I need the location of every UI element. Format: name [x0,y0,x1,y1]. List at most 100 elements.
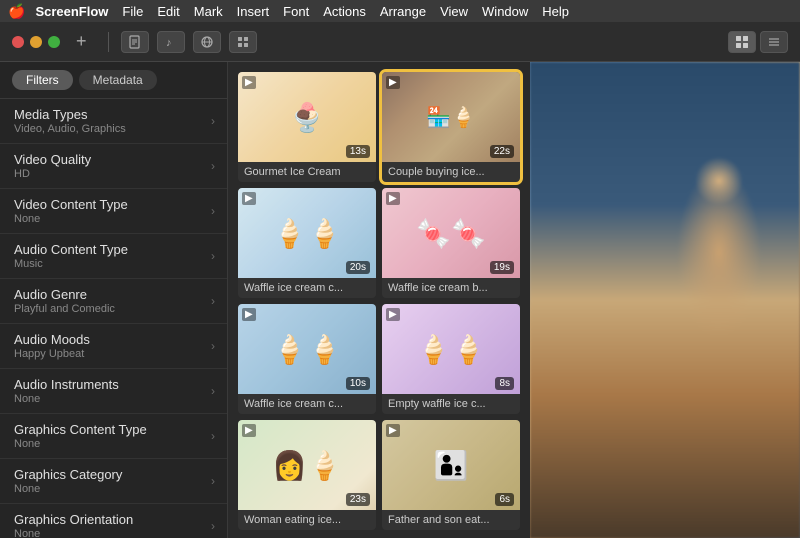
video-quality-chevron: › [211,159,215,173]
menu-insert[interactable]: Insert [237,4,270,19]
sidebar-item-audio-genre[interactable]: Audio Genre Playful and Comedic › [0,279,227,324]
sidebar-tab-bar: Filters Metadata [0,62,227,99]
media-item-1[interactable]: 🍨 ▶ 13s Gourmet Ice Cream [238,72,376,182]
menu-view[interactable]: View [440,4,468,19]
svg-text:♪: ♪ [166,37,172,49]
add-button[interactable]: + [76,32,96,52]
duration-8: 6s [495,493,514,506]
media-label-3: Waffle ice cream c... [238,278,376,298]
media-item-7[interactable]: 👩🍦 ▶ 23s Woman eating ice... [238,420,376,530]
duration-4: 19s [490,261,514,274]
sidebar-item-graphics-orientation[interactable]: Graphics Orientation None › [0,504,227,538]
audio-content-type-value: Music [14,258,128,270]
media-label-1: Gourmet Ice Cream [238,162,376,182]
sidebar-item-media-types[interactable]: Media Types Video, Audio, Graphics › [0,99,227,144]
view-list-button[interactable] [760,31,788,53]
window-close[interactable] [12,36,24,48]
sidebar-item-audio-moods[interactable]: Audio Moods Happy Upbeat › [0,324,227,369]
preview-panel [530,62,800,538]
audio-instruments-value: None [14,393,119,405]
menu-arrange[interactable]: Arrange [380,4,426,19]
media-item-2[interactable]: 🏪🍦 ▶ 22s Couple buying ice... [382,72,520,182]
preview-overlay [530,62,800,538]
toolbar-grid-icon[interactable] [229,31,257,53]
sidebar-item-audio-content-type[interactable]: Audio Content Type Music › [0,234,227,279]
media-label-7: Woman eating ice... [238,510,376,530]
audio-genre-label: Audio Genre [14,287,115,302]
media-thumbnail-2: 🏪🍦 ▶ 22s [382,72,520,162]
media-label-5: Waffle ice cream c... [238,394,376,414]
media-grid: 🍨 ▶ 13s Gourmet Ice Cream 🏪🍦 ▶ 22s Coupl… [228,62,530,538]
duration-2: 22s [490,145,514,158]
menu-edit[interactable]: Edit [157,4,179,19]
window-maximize[interactable] [48,36,60,48]
audio-instruments-label: Audio Instruments [14,377,119,392]
graphics-orientation-chevron: › [211,519,215,533]
audio-moods-chevron: › [211,339,215,353]
menu-font[interactable]: Font [283,4,309,19]
toolbar-music-icon[interactable]: ♪ [157,31,185,53]
graphics-category-value: None [14,483,122,495]
media-item-6[interactable]: 🍦🍦 ▶ 8s Empty waffle ice c... [382,304,520,414]
sidebar-items: Media Types Video, Audio, Graphics › Vid… [0,99,227,538]
menu-help[interactable]: Help [542,4,569,19]
duration-7: 23s [346,493,370,506]
video-icon-5: ▶ [242,308,256,321]
media-types-label: Media Types [14,107,126,122]
media-item-4[interactable]: 🍬🍬 ▶ 19s Waffle ice cream b... [382,188,520,298]
graphics-category-chevron: › [211,474,215,488]
video-icon-1: ▶ [242,76,256,89]
window-minimize[interactable] [30,36,42,48]
duration-3: 20s [346,261,370,274]
video-quality-value: HD [14,168,91,180]
sidebar-item-video-quality[interactable]: Video Quality HD › [0,144,227,189]
media-thumbnail-8: 👨‍👦 ▶ 6s [382,420,520,510]
view-grid-button[interactable] [728,31,756,53]
menu-file[interactable]: File [122,4,143,19]
media-label-6: Empty waffle ice c... [382,394,520,414]
audio-instruments-chevron: › [211,384,215,398]
toolbar-globe-icon[interactable] [193,31,221,53]
graphics-orientation-label: Graphics Orientation [14,512,133,527]
media-label-4: Waffle ice cream b... [382,278,520,298]
media-types-chevron: › [211,114,215,128]
menu-window[interactable]: Window [482,4,528,19]
view-buttons [728,31,788,53]
duration-1: 13s [346,145,370,158]
media-thumbnail-3: 🍦🍦 ▶ 20s [238,188,376,278]
media-thumbnail-7: 👩🍦 ▶ 23s [238,420,376,510]
audio-content-type-chevron: › [211,249,215,263]
menu-items: File Edit Mark Insert Font Actions Arran… [122,4,569,19]
media-thumbnail-6: 🍦🍦 ▶ 8s [382,304,520,394]
audio-genre-value: Playful and Comedic [14,303,115,315]
media-types-value: Video, Audio, Graphics [14,123,126,135]
graphics-category-label: Graphics Category [14,467,122,482]
video-icon-7: ▶ [242,424,256,437]
media-item-8[interactable]: 👨‍👦 ▶ 6s Father and son eat... [382,420,520,530]
video-icon-6: ▶ [386,308,400,321]
sidebar-item-audio-instruments[interactable]: Audio Instruments None › [0,369,227,414]
toolbar: + ♪ [0,22,800,62]
media-label-8: Father and son eat... [382,510,520,530]
toolbar-doc-icon[interactable] [121,31,149,53]
menu-mark[interactable]: Mark [194,4,223,19]
tab-metadata[interactable]: Metadata [79,70,157,90]
media-thumbnail-5: 🍦🍦 ▶ 10s [238,304,376,394]
sidebar-item-graphics-category[interactable]: Graphics Category None › [0,459,227,504]
media-item-5[interactable]: 🍦🍦 ▶ 10s Waffle ice cream c... [238,304,376,414]
app-name: ScreenFlow [35,4,108,19]
video-icon-8: ▶ [386,424,400,437]
media-thumbnail-1: 🍨 ▶ 13s [238,72,376,162]
graphics-content-type-chevron: › [211,429,215,443]
main-content: Filters Metadata Media Types Video, Audi… [0,62,800,538]
tab-filters[interactable]: Filters [12,70,73,90]
toolbar-divider-1 [108,32,109,52]
media-item-3[interactable]: 🍦🍦 ▶ 20s Waffle ice cream c... [238,188,376,298]
sidebar-item-graphics-content-type[interactable]: Graphics Content Type None › [0,414,227,459]
graphics-content-type-label: Graphics Content Type [14,422,147,437]
sidebar: Filters Metadata Media Types Video, Audi… [0,62,228,538]
apple-menu[interactable]: 🍎 [8,3,25,20]
media-label-2: Couple buying ice... [382,162,520,182]
menu-actions[interactable]: Actions [323,4,366,19]
sidebar-item-video-content-type[interactable]: Video Content Type None › [0,189,227,234]
